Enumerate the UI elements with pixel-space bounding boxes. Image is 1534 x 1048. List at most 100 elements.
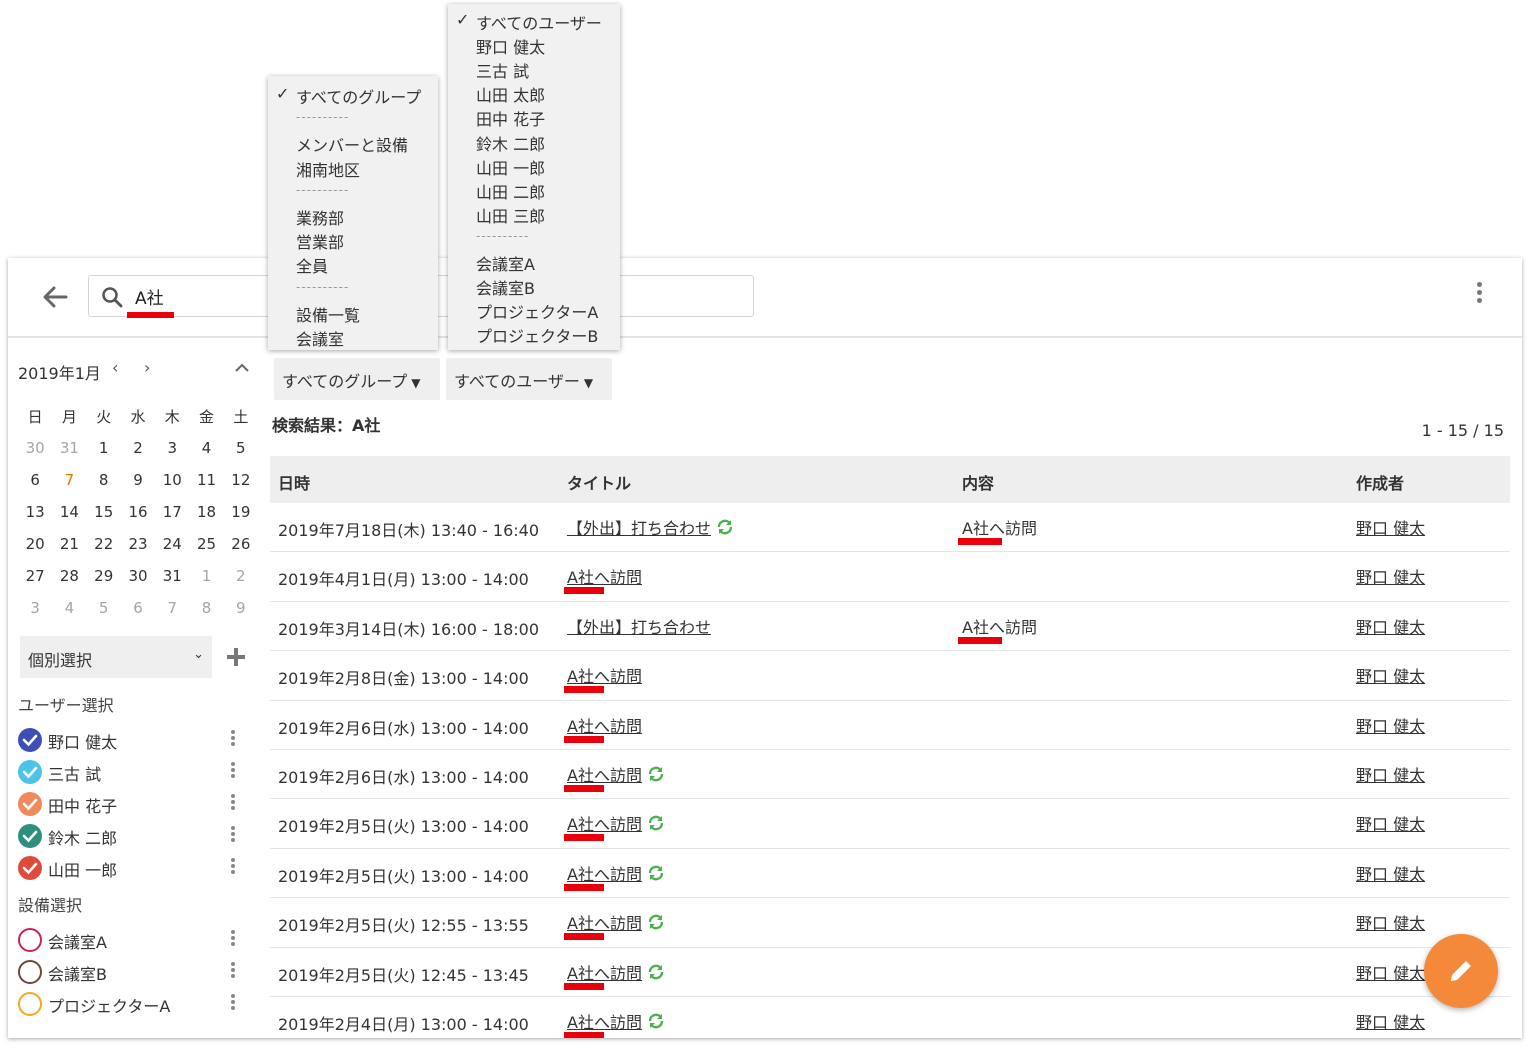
item-options-icon[interactable] bbox=[228, 930, 238, 948]
calendar-day[interactable]: 7 bbox=[155, 599, 189, 617]
checkbox-checked-icon[interactable] bbox=[18, 760, 42, 784]
chevron-up-icon[interactable] bbox=[232, 358, 252, 378]
item-options-icon[interactable] bbox=[228, 730, 238, 748]
calendar-day[interactable]: 8 bbox=[189, 599, 223, 617]
menu-item[interactable]: 営業部 bbox=[296, 229, 344, 253]
row-author-link[interactable]: 野口 健太 bbox=[1356, 1009, 1425, 1033]
menu-item[interactable]: プロジェクターA bbox=[476, 299, 598, 323]
menu-item[interactable]: 湘南地区 bbox=[296, 157, 360, 181]
calendar-day[interactable]: 22 bbox=[87, 535, 121, 553]
calendar-list-item[interactable]: 三古 試 bbox=[18, 758, 238, 786]
back-arrow-icon[interactable] bbox=[38, 280, 72, 314]
menu-item[interactable]: 山田 二郎 bbox=[476, 179, 545, 203]
calendar-day[interactable]: 21 bbox=[52, 535, 86, 553]
calendar-day[interactable]: 9 bbox=[121, 471, 155, 489]
calendar-day[interactable]: 31 bbox=[155, 567, 189, 585]
calendar-day[interactable]: 11 bbox=[189, 471, 223, 489]
calendar-day[interactable]: 14 bbox=[52, 503, 86, 521]
calendar-day[interactable]: 1 bbox=[189, 567, 223, 585]
calendar-day[interactable]: 2 bbox=[121, 439, 155, 457]
calendar-day[interactable]: 10 bbox=[155, 471, 189, 489]
menu-item[interactable]: 山田 一郎 bbox=[476, 155, 545, 179]
row-title-link[interactable]: A社へ訪問 bbox=[567, 1009, 666, 1033]
checkbox-checked-icon[interactable] bbox=[18, 792, 42, 816]
menu-item[interactable]: 会議室B bbox=[476, 275, 535, 299]
row-author-link[interactable]: 野口 健太 bbox=[1356, 762, 1425, 786]
menu-item[interactable]: すべてのグループ bbox=[296, 84, 421, 108]
checkbox-unchecked-icon[interactable] bbox=[18, 960, 42, 984]
user-filter-button[interactable]: すべてのユーザー ▼ bbox=[446, 358, 612, 400]
row-author-link[interactable]: 野口 健太 bbox=[1356, 910, 1425, 934]
menu-item[interactable]: 山田 三郎 bbox=[476, 203, 545, 227]
menu-item[interactable]: 会議室 bbox=[296, 326, 344, 350]
calendar-day[interactable]: 23 bbox=[121, 535, 155, 553]
menu-item[interactable]: 業務部 bbox=[296, 205, 344, 229]
checkbox-unchecked-icon[interactable] bbox=[18, 992, 42, 1016]
menu-item[interactable]: 会議室A bbox=[476, 251, 535, 275]
checkbox-checked-icon[interactable] bbox=[18, 728, 42, 752]
calendar-day[interactable]: 28 bbox=[52, 567, 86, 585]
calendar-day[interactable]: 3 bbox=[155, 439, 189, 457]
item-options-icon[interactable] bbox=[228, 762, 238, 780]
row-title-link[interactable]: A社へ訪問 bbox=[567, 811, 666, 835]
row-title-link[interactable]: 【外出】打ち合わせ bbox=[567, 614, 711, 638]
row-author-link[interactable]: 野口 健太 bbox=[1356, 564, 1425, 588]
item-options-icon[interactable] bbox=[228, 962, 238, 980]
more-options-icon[interactable] bbox=[1474, 282, 1484, 312]
menu-item[interactable]: 山田 太郎 bbox=[476, 82, 545, 106]
row-title-link[interactable]: A社へ訪問 bbox=[567, 713, 642, 737]
checkbox-checked-icon[interactable] bbox=[18, 824, 42, 848]
row-author-link[interactable]: 野口 健太 bbox=[1356, 614, 1425, 638]
calendar-day[interactable]: 17 bbox=[155, 503, 189, 521]
calendar-prev-icon[interactable]: ‹ bbox=[112, 358, 118, 377]
calendar-day[interactable]: 9 bbox=[224, 599, 258, 617]
calendar-list-item[interactable]: 野口 健太 bbox=[18, 726, 238, 754]
calendar-list-item[interactable]: 会議室B bbox=[18, 958, 238, 986]
calendar-day-today[interactable]: 7 bbox=[52, 464, 86, 494]
item-options-icon[interactable] bbox=[228, 794, 238, 812]
calendar-day[interactable]: 6 bbox=[121, 599, 155, 617]
calendar-day[interactable]: 3 bbox=[18, 599, 52, 617]
row-author-link[interactable]: 野口 健太 bbox=[1356, 811, 1425, 835]
row-author-link[interactable]: 野口 健太 bbox=[1356, 861, 1425, 885]
row-title-link[interactable]: A社へ訪問 bbox=[567, 910, 666, 934]
calendar-day[interactable]: 4 bbox=[52, 599, 86, 617]
menu-item[interactable]: 野口 健太 bbox=[476, 34, 545, 58]
calendar-day[interactable]: 4 bbox=[189, 439, 223, 457]
calendar-list-item[interactable]: 会議室A bbox=[18, 926, 238, 954]
menu-item[interactable]: プロジェクターB bbox=[476, 323, 598, 347]
item-options-icon[interactable] bbox=[228, 994, 238, 1012]
menu-item[interactable]: 鈴木 二郎 bbox=[476, 131, 545, 155]
row-author-link[interactable]: 野口 健太 bbox=[1356, 515, 1425, 539]
calendar-day[interactable]: 5 bbox=[224, 439, 258, 457]
calendar-day[interactable]: 30 bbox=[121, 567, 155, 585]
row-author-link[interactable]: 野口 健太 bbox=[1356, 713, 1425, 737]
calendar-day[interactable]: 16 bbox=[121, 503, 155, 521]
group-filter-button[interactable]: すべてのグループ ▼ bbox=[274, 358, 440, 400]
view-select[interactable]: 個別選択 ⌄ bbox=[20, 636, 212, 678]
menu-item[interactable]: 全員 bbox=[296, 253, 328, 277]
add-icon[interactable] bbox=[224, 645, 248, 669]
menu-item[interactable]: メンバーと設備 bbox=[296, 132, 408, 156]
menu-item[interactable]: 田中 花子 bbox=[476, 106, 545, 130]
row-title-link[interactable]: A社へ訪問 bbox=[567, 960, 666, 984]
menu-item[interactable]: 三古 試 bbox=[476, 58, 529, 82]
row-title-link[interactable]: A社へ訪問 bbox=[567, 663, 642, 687]
row-title-link[interactable]: A社へ訪問 bbox=[567, 564, 642, 588]
calendar-day[interactable]: 25 bbox=[189, 535, 223, 553]
item-options-icon[interactable] bbox=[228, 826, 238, 844]
calendar-day[interactable]: 13 bbox=[18, 503, 52, 521]
calendar-day[interactable]: 30 bbox=[18, 439, 52, 457]
calendar-day[interactable]: 19 bbox=[224, 503, 258, 521]
calendar-day[interactable]: 26 bbox=[224, 535, 258, 553]
row-title-link[interactable]: A社へ訪問 bbox=[567, 762, 666, 786]
calendar-day[interactable]: 15 bbox=[87, 503, 121, 521]
calendar-day[interactable]: 5 bbox=[87, 599, 121, 617]
calendar-list-item[interactable]: 田中 花子 bbox=[18, 790, 238, 818]
calendar-day[interactable]: 29 bbox=[87, 567, 121, 585]
calendar-list-item[interactable]: 山田 一郎 bbox=[18, 854, 238, 882]
calendar-day[interactable]: 8 bbox=[87, 471, 121, 489]
row-author-link[interactable]: 野口 健太 bbox=[1356, 663, 1425, 687]
edit-fab-button[interactable] bbox=[1424, 934, 1498, 1008]
calendar-day[interactable]: 24 bbox=[155, 535, 189, 553]
